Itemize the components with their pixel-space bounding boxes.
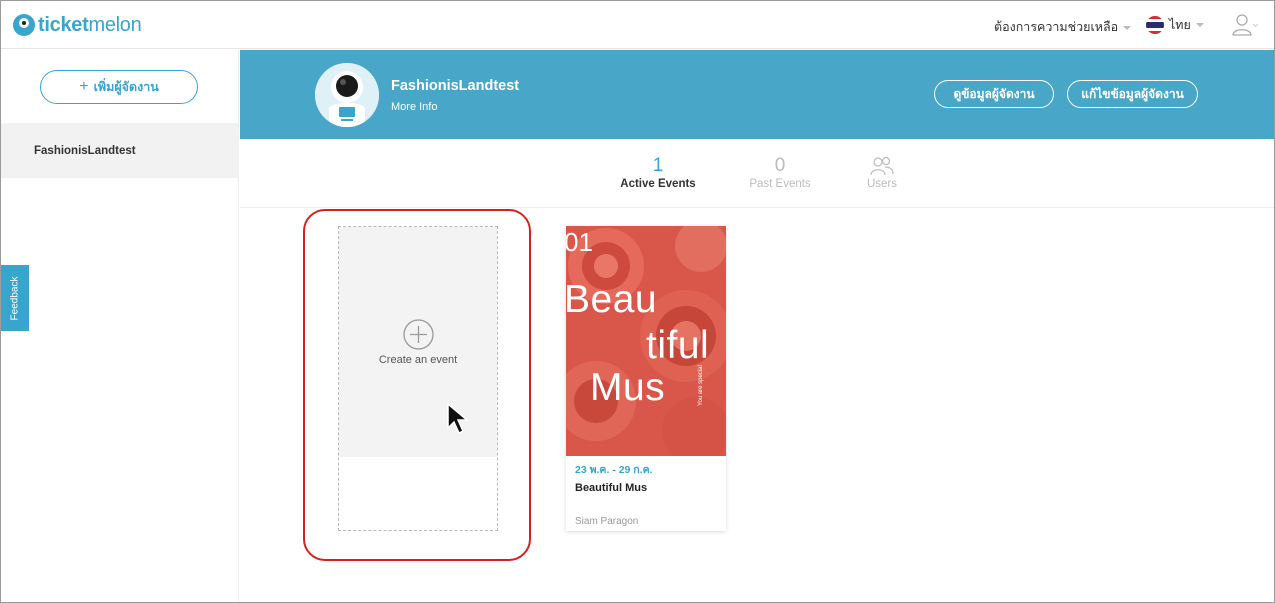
poster-text-line: Beau bbox=[566, 278, 658, 321]
event-venue: Siam Paragon bbox=[575, 516, 639, 527]
user-account-icon[interactable] bbox=[1232, 13, 1258, 37]
event-tabs: 1 Active Events 0 Past Events Users bbox=[240, 139, 1274, 208]
logo-icon bbox=[13, 14, 35, 36]
active-events-count: 1 bbox=[652, 155, 664, 176]
logo-text-bold: ticket bbox=[38, 13, 89, 36]
ticketmelon-logo[interactable]: ticket melon bbox=[13, 13, 142, 37]
plus-icon: + bbox=[79, 78, 89, 95]
highlight-annotation bbox=[303, 209, 531, 561]
tab-label: Users bbox=[866, 178, 898, 190]
view-organizer-button[interactable]: ดูข้อมูลผู้จัดงาน bbox=[934, 80, 1054, 108]
event-title: Beautiful Mus bbox=[575, 482, 648, 494]
organizer-name: FashionisLandtest bbox=[391, 78, 520, 94]
tab-users[interactable]: Users bbox=[852, 156, 912, 191]
avatar bbox=[315, 63, 379, 127]
language-label: ไทย bbox=[1169, 18, 1191, 32]
poster-text-line: Mus bbox=[590, 366, 666, 409]
add-organizer-label: เพิ่มผู้จัดงาน bbox=[93, 80, 159, 94]
organizer-banner: FashionisLandtest More Info ดูข้อมูลผู้จ… bbox=[240, 50, 1274, 139]
more-info-link[interactable]: More Info bbox=[391, 101, 437, 113]
edit-organizer-button[interactable]: แก้ไขข้อมูลผู้จัดงาน bbox=[1067, 80, 1198, 108]
tab-active-events[interactable]: 1 Active Events bbox=[618, 156, 698, 191]
logo-text-light: melon bbox=[88, 13, 142, 36]
chevron-down-icon bbox=[1123, 25, 1132, 30]
poster-side-text: You are special bbox=[698, 365, 704, 406]
feedback-label: Feedback bbox=[9, 276, 21, 320]
top-navbar: ticket melon ต้องการความช่วยเหลือ ไทย bbox=[1, 1, 1274, 49]
event-card[interactable]: 01 Beau tiful Mus You are special 23 พ.ค… bbox=[566, 226, 726, 531]
tab-label: Active Events bbox=[620, 178, 696, 190]
chevron-down-icon bbox=[1195, 23, 1204, 27]
sidebar-item-organizer[interactable]: FashionisLandtest bbox=[1, 123, 239, 178]
language-selector[interactable]: ไทย bbox=[1146, 15, 1204, 35]
thai-flag-icon bbox=[1146, 16, 1164, 34]
sidebar-item-label: FashionisLandtest bbox=[34, 144, 136, 157]
event-date: 23 พ.ค. - 29 ก.ค. bbox=[575, 464, 653, 476]
help-label: ต้องการความช่วยเหลือ bbox=[994, 20, 1119, 34]
users-icon bbox=[870, 156, 894, 176]
tab-label: Past Events bbox=[749, 178, 811, 190]
poster-text-line: tiful bbox=[646, 324, 710, 367]
event-poster: 01 Beau tiful Mus You are special bbox=[566, 226, 726, 456]
mouse-pointer-icon bbox=[447, 402, 470, 434]
sidebar: + เพิ่มผู้จัดงาน FashionisLandtest bbox=[1, 50, 239, 602]
help-menu[interactable]: ต้องการความช่วยเหลือ bbox=[994, 17, 1132, 37]
astronaut-icon bbox=[315, 63, 379, 127]
tab-past-events[interactable]: 0 Past Events bbox=[740, 156, 820, 191]
add-organizer-button[interactable]: + เพิ่มผู้จัดงาน bbox=[40, 70, 198, 104]
feedback-tab[interactable]: Feedback bbox=[1, 265, 29, 331]
poster-number: 01 bbox=[566, 227, 593, 257]
past-events-count: 0 bbox=[774, 155, 786, 176]
